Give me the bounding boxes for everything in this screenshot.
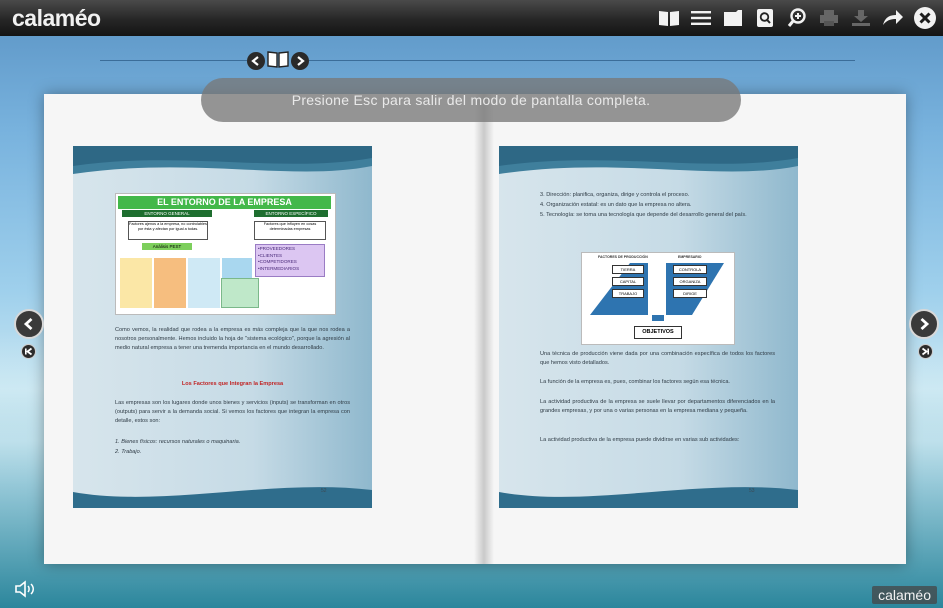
speaker-icon xyxy=(15,580,34,598)
right-paragraph-4: La actividad productiva de la empresa pu… xyxy=(540,437,740,443)
page-wave-bottom xyxy=(73,487,372,508)
pest-label: Análisis PEST xyxy=(142,243,192,250)
left-page[interactable]: EL ENTORNO DE LA EMPRESA ENTORNO GENERAL… xyxy=(73,146,372,508)
fig-left-item: CAPITAL xyxy=(612,277,644,286)
skip-last-icon xyxy=(921,347,929,356)
download-icon[interactable] xyxy=(849,6,873,30)
stakeholder-item: •INTERMEDIARIOS xyxy=(258,265,300,271)
fullscreen-notice: Presione Esc para salir del modo de pant… xyxy=(201,78,741,122)
nav-track-right xyxy=(309,60,855,61)
page-wave-top xyxy=(499,146,798,174)
fig-left-item: TRABAJO xyxy=(612,289,644,298)
left-list-item: 1. Bienes físicos: recursos naturales o … xyxy=(115,439,241,445)
skip-first-icon xyxy=(25,347,33,356)
left-list-item: 2. Trabajo. xyxy=(115,449,142,455)
fig-right-item: DIRIGE xyxy=(673,289,707,298)
factores-produccion-figure: FACTORES DE PRODUCCIÓN EMPRESARIO TIERRA… xyxy=(581,252,735,345)
nav-book-icon[interactable] xyxy=(266,50,290,73)
toolbar-icons xyxy=(657,6,937,30)
right-list-item: 5. Tecnología: se toma una tecnología qu… xyxy=(540,212,747,218)
entorno-general-label: ENTORNO GENERAL xyxy=(122,210,212,217)
figure-title: EL ENTORNO DE LA EMPRESA xyxy=(118,196,331,209)
single-page-icon[interactable] xyxy=(721,6,745,30)
nav-next-button[interactable] xyxy=(291,52,309,70)
zoom-in-icon[interactable] xyxy=(785,6,809,30)
fig-right-item: ORGANIZA xyxy=(673,277,707,286)
factor-box-3 xyxy=(188,258,220,308)
page-wave-top xyxy=(73,146,372,174)
chevron-left-icon xyxy=(23,317,33,331)
right-paragraph-2: La función de la empresa es, pues, combi… xyxy=(540,379,730,385)
right-list-item: 4. Organización estatal: es un dato que … xyxy=(540,202,692,208)
factor-box-5 xyxy=(221,278,259,308)
left-paragraph-1: Como vemos, la realidad que rodea a la e… xyxy=(115,327,350,351)
share-icon[interactable] xyxy=(881,6,905,30)
close-icon[interactable] xyxy=(913,6,937,30)
entorno-empresa-figure: EL ENTORNO DE LA EMPRESA ENTORNO GENERAL… xyxy=(115,193,336,315)
left-page-number: 52 xyxy=(321,488,327,494)
stakeholder-list: •PROVEEDORES •CLIENTES •COMPETIDORES •IN… xyxy=(255,244,325,277)
nav-prev-button[interactable] xyxy=(247,52,265,70)
entorno-especifico-label: ENTORNO ESPECÍFICO xyxy=(254,210,328,217)
right-page-number: 53 xyxy=(749,488,755,494)
nav-track-left xyxy=(100,60,247,61)
print-icon[interactable] xyxy=(817,6,841,30)
right-paragraph-3: La actividad productiva de la empresa se… xyxy=(540,399,775,414)
factor-box-2 xyxy=(154,258,186,308)
fig-result: OBJETIVOS xyxy=(634,326,682,339)
general-description: Factores ajenos a la empresa, no control… xyxy=(128,221,208,240)
specific-description: Factores que influyen en cosas determina… xyxy=(254,221,326,240)
right-paragraph-1: Una técnica de producción viene dada por… xyxy=(540,351,775,366)
page-navigator xyxy=(247,50,309,72)
next-page-button[interactable] xyxy=(909,309,939,339)
chevron-right-icon xyxy=(920,317,930,331)
last-page-button[interactable] xyxy=(918,344,933,359)
right-list-item: 3. Dirección: planifica, organiza, dirig… xyxy=(540,192,690,198)
calameo-footer-logo[interactable]: calaméo xyxy=(872,586,937,604)
right-page[interactable]: 3. Dirección: planifica, organiza, dirig… xyxy=(499,146,798,508)
list-icon[interactable] xyxy=(689,6,713,30)
sound-toggle[interactable] xyxy=(14,580,38,603)
previous-page-button[interactable] xyxy=(14,309,44,339)
zoom-page-icon[interactable] xyxy=(753,6,777,30)
calameo-logo[interactable]: calaméo xyxy=(12,5,101,32)
first-page-button[interactable] xyxy=(21,344,36,359)
left-paragraph-2: Las empresas son los lugares donde unos … xyxy=(115,400,350,424)
factor-box-1 xyxy=(120,258,152,308)
fig-right-item: CONTROLA xyxy=(673,265,707,274)
book-icon[interactable] xyxy=(657,6,681,30)
production-triangles xyxy=(590,263,724,321)
fig-left-item: TIERRA xyxy=(612,265,644,274)
book-spine xyxy=(474,94,494,564)
top-toolbar: calaméo xyxy=(0,0,943,36)
left-section-heading: Los Factores que Integran la Empresa xyxy=(181,381,284,387)
